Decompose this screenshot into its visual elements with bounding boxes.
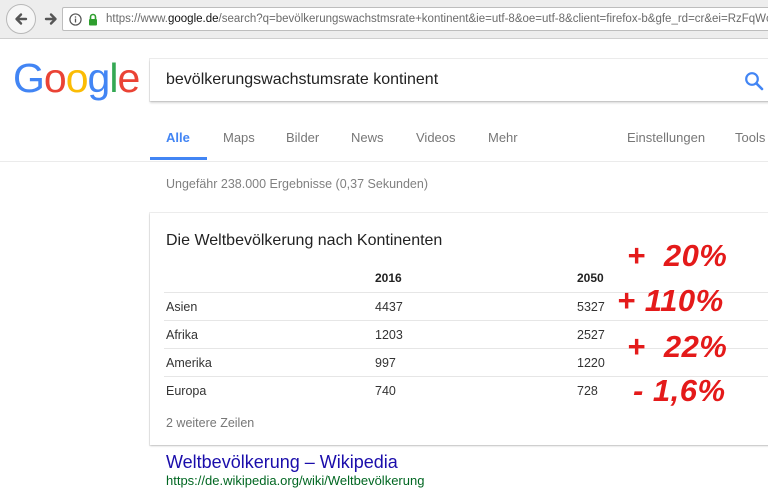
- search-icon[interactable]: [744, 71, 764, 91]
- search-tabs: Alle Maps Bilder News Videos Mehr Einste…: [0, 118, 768, 162]
- row-value-2016: 997: [375, 356, 396, 370]
- logo-letter: o: [65, 55, 89, 101]
- row-label: Asien: [166, 300, 198, 314]
- result-url: https://de.wikipedia.org/wiki/Weltbevölk…: [166, 473, 425, 488]
- browser-toolbar: https://www.google.de/search?q=bevölkeru…: [0, 0, 768, 39]
- tab-videos[interactable]: Videos: [416, 130, 456, 145]
- logo-letter: G: [13, 55, 45, 101]
- row-value-2050: 1220: [577, 356, 605, 370]
- search-input[interactable]: bevölkerungswachstumsrate kontinent: [150, 59, 768, 101]
- card-title: Die Weltbevölkerung nach Kontinenten: [166, 232, 443, 249]
- tab-bilder[interactable]: Bilder: [286, 130, 319, 145]
- tab-settings[interactable]: Einstellungen: [627, 130, 705, 145]
- logo-letter: e: [117, 55, 140, 101]
- logo-letter: o: [43, 55, 67, 101]
- arrow-right-icon: [44, 13, 57, 25]
- annotation-europa: - 1,6%: [633, 373, 726, 408]
- annotation-afrika: + 110%: [617, 283, 724, 318]
- logo-letter: g: [87, 55, 111, 101]
- forward-button[interactable]: [38, 6, 64, 32]
- row-label: Afrika: [166, 328, 198, 342]
- row-value-2016: 740: [375, 384, 396, 398]
- tab-maps[interactable]: Maps: [223, 130, 255, 145]
- address-bar[interactable]: https://www.google.de/search?q=bevölkeru…: [62, 7, 768, 31]
- row-value-2050: 5327: [577, 300, 605, 314]
- lock-icon: [89, 13, 97, 25]
- column-header-2050: 2050: [577, 271, 604, 285]
- active-tab-indicator: [150, 157, 207, 160]
- row-value-2016: 4437: [375, 300, 403, 314]
- url-text: https://www.google.de/search?q=bevölkeru…: [106, 13, 768, 25]
- back-button[interactable]: [6, 4, 36, 34]
- search-query: bevölkerungswachstumsrate kontinent: [166, 71, 439, 88]
- row-value-2050: 728: [577, 384, 598, 398]
- result-title-link[interactable]: Weltbevölkerung – Wikipedia: [166, 452, 398, 473]
- result-stats: Ungefähr 238.000 Ergebnisse (0,37 Sekund…: [166, 177, 428, 191]
- info-icon[interactable]: [69, 12, 82, 26]
- row-value-2050: 2527: [577, 328, 605, 342]
- tab-alle[interactable]: Alle: [166, 130, 190, 145]
- row-label: Europa: [166, 384, 207, 398]
- tab-tools[interactable]: Tools: [735, 130, 765, 145]
- annotation-amerika: + 22%: [627, 329, 728, 364]
- row-value-2016: 1203: [375, 328, 403, 342]
- google-logo[interactable]: Google: [13, 55, 140, 102]
- annotation-asien: + 20%: [627, 238, 728, 273]
- row-label: Amerika: [166, 356, 212, 370]
- more-rows-link[interactable]: 2 weitere Zeilen: [166, 416, 254, 430]
- arrow-left-icon: [15, 13, 28, 25]
- tab-mehr[interactable]: Mehr: [488, 130, 518, 145]
- column-header-2016: 2016: [375, 271, 402, 285]
- tab-news[interactable]: News: [351, 130, 384, 145]
